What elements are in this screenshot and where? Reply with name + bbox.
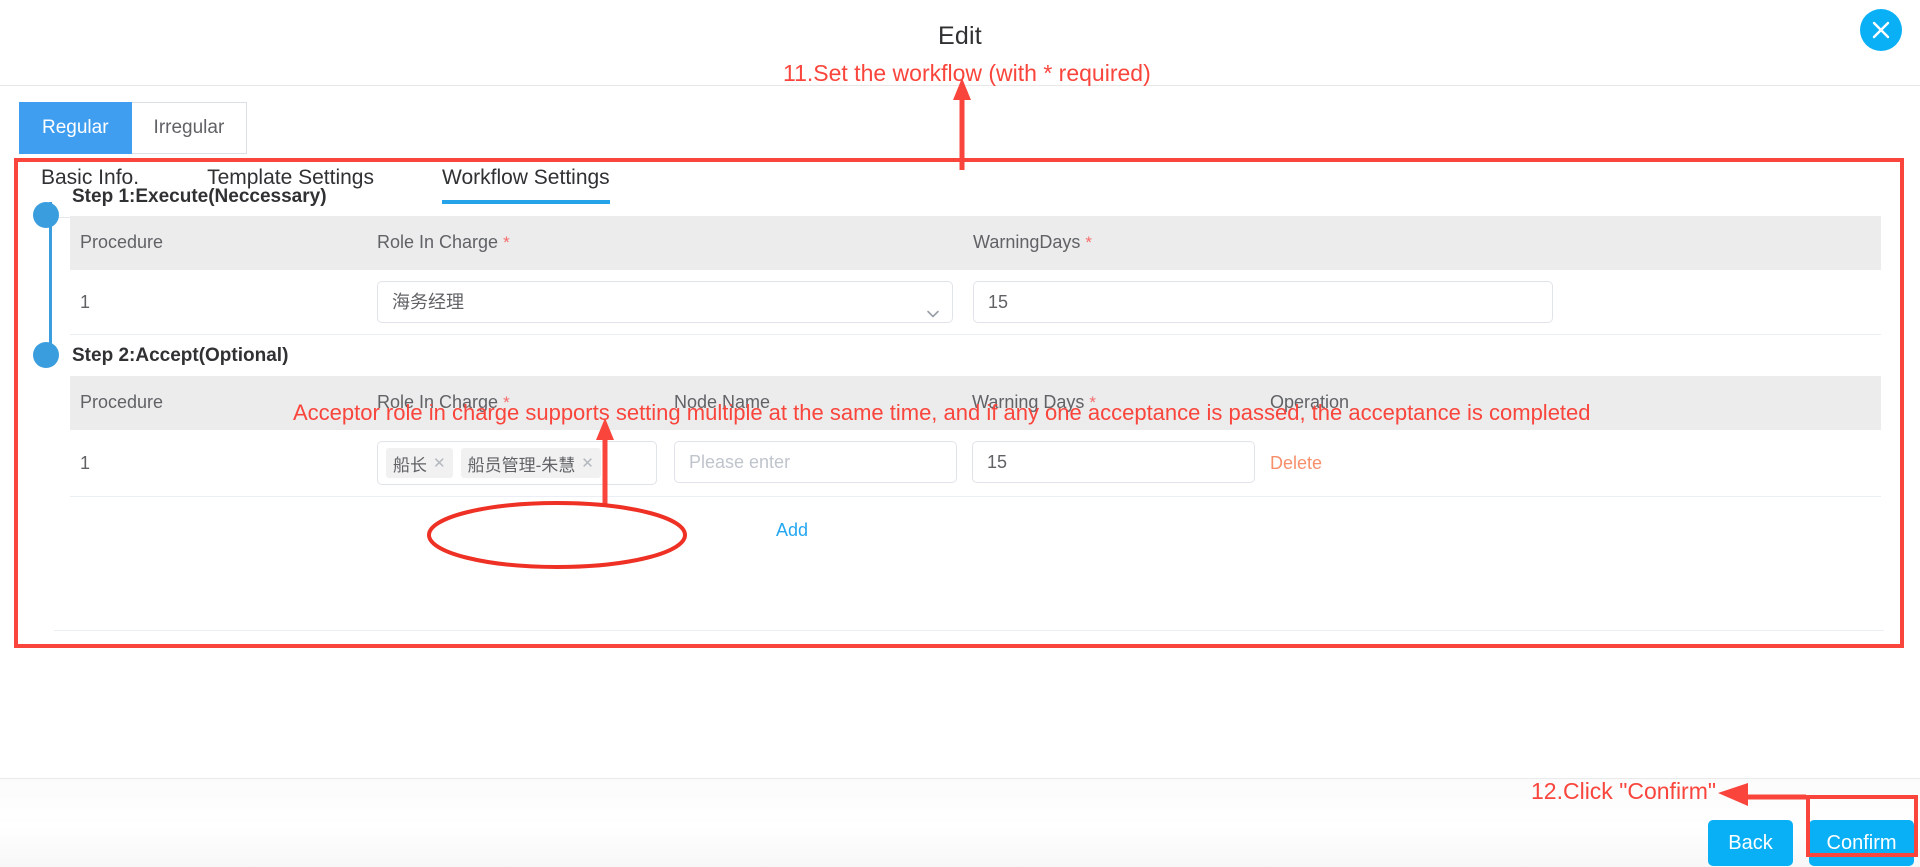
timeline-dot-step2 — [33, 342, 59, 368]
step2-title: Step 2:Accept(Optional) — [72, 345, 289, 366]
step2-col-operation: Operation — [1270, 392, 1349, 413]
role-in-charge-value: 海务经理 — [392, 292, 464, 312]
role-tag-label: 船员管理-朱慧 — [467, 455, 576, 475]
tab-regular[interactable]: Regular — [19, 102, 132, 154]
step1-col-role-label: Role In Charge — [377, 232, 499, 252]
step2-col-warning-days: Warning Days * — [972, 392, 1096, 413]
tab-workflow-settings[interactable]: Workflow Settings — [442, 166, 610, 204]
step2-col-procedure: Procedure — [80, 392, 163, 413]
back-button[interactable]: Back — [1708, 820, 1793, 866]
required-asterisk: * — [1089, 393, 1097, 412]
step1-procedure-value: 1 — [80, 292, 91, 312]
step1-table-row: 1 海务经理 15 — [70, 270, 1881, 334]
role-tag-label: 船长 — [393, 455, 427, 475]
role-tag[interactable]: 船员管理-朱慧 ✕ — [460, 448, 601, 478]
step2-col-node-name: Node Name — [674, 392, 770, 413]
role-in-charge-select[interactable]: 海务经理 — [377, 281, 953, 323]
role-tag[interactable]: 船长 ✕ — [386, 448, 453, 478]
step2-table-row: 1 船长 ✕ 船员管理-朱慧 ✕ Please enter 15 Delete — [70, 430, 1881, 495]
step1-table-header: Procedure Role In Charge * WarningDays * — [70, 216, 1881, 270]
timeline-dot-step1 — [33, 202, 59, 228]
node-name-input[interactable]: Please enter — [674, 441, 957, 483]
step1-col-role: Role In Charge * — [377, 232, 510, 253]
delete-row-button[interactable]: Delete — [1270, 453, 1322, 474]
close-small-icon[interactable]: ✕ — [433, 456, 446, 471]
panel-bottom-divider — [54, 630, 1884, 631]
close-small-icon[interactable]: ✕ — [581, 456, 594, 471]
step1-col-procedure-label: Procedure — [80, 232, 164, 252]
close-icon[interactable] — [1860, 9, 1902, 51]
step1-col-warning-days-label: WarningDays — [973, 232, 1081, 252]
warning-days-input-step2[interactable]: 15 — [972, 441, 1255, 483]
workflow-panel: Basic Info. Template Settings Workflow S… — [16, 160, 1904, 648]
step2-col-warning-days-label: Warning Days — [972, 392, 1085, 412]
chevron-down-icon — [926, 295, 940, 322]
required-asterisk: * — [503, 393, 510, 412]
step2-col-role-label: Role In Charge — [377, 392, 499, 412]
step-timeline — [33, 184, 69, 494]
annotation-arrow-workflow — [953, 78, 971, 170]
step2-col-role: Role In Charge * — [377, 392, 510, 413]
step1-col-warning-days: WarningDays * — [973, 232, 1092, 253]
confirm-button[interactable]: Confirm — [1809, 820, 1914, 866]
acceptor-role-tag-input[interactable]: 船长 ✕ 船员管理-朱慧 ✕ — [377, 441, 657, 485]
step1-col-procedure: Procedure — [80, 232, 163, 253]
row-divider — [70, 496, 1881, 497]
step2-table-header: Procedure Role In Charge * Node Name War… — [70, 376, 1881, 430]
warning-days-input-step1[interactable]: 15 — [973, 281, 1553, 323]
dialog-footer: Back Confirm — [0, 779, 1920, 867]
edit-workflow-dialog: Edit Regular Irregular Basic Info. Templ… — [0, 0, 1920, 867]
page-title: Edit — [938, 22, 982, 50]
row-divider — [70, 334, 1881, 335]
dialog-header: Edit — [0, 0, 1920, 86]
type-tab-group: Regular Irregular — [19, 102, 248, 154]
required-asterisk: * — [1085, 233, 1093, 252]
add-row-button[interactable]: Add — [776, 520, 808, 541]
tab-irregular[interactable]: Irregular — [131, 102, 248, 154]
step1-title: Step 1:Execute(Neccessary) — [72, 186, 327, 207]
step2-col-operation-label: Operation — [1270, 392, 1350, 412]
step2-col-procedure-label: Procedure — [80, 392, 164, 412]
step2-col-node-name-label: Node Name — [674, 392, 771, 412]
step2-procedure-value: 1 — [80, 453, 91, 473]
required-asterisk: * — [503, 233, 510, 252]
